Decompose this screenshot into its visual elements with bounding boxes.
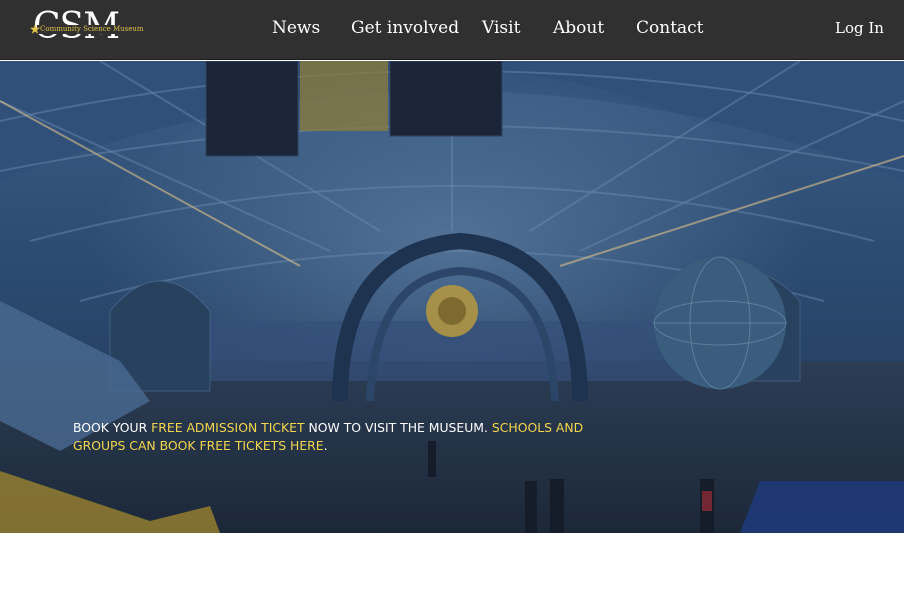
login-link[interactable]: Log In (835, 18, 884, 38)
csm-logo[interactable]: CSM Community Science Museum (30, 9, 147, 51)
page-content-area (0, 533, 904, 600)
hero-text-part3: . (323, 438, 328, 453)
star-icon (30, 24, 40, 34)
hero-text-part1: Book your (73, 420, 152, 435)
logo-tagline: Community Science Museum (37, 25, 147, 34)
nav-get-involved[interactable]: Get involved (351, 17, 459, 39)
nav-about[interactable]: About (553, 17, 604, 39)
hero-message: Book your free admission ticket now to v… (73, 419, 633, 455)
top-navigation-bar: CSM Community Science Museum News Get in… (0, 0, 904, 60)
museum-hall-image (0, 61, 904, 533)
free-admission-ticket-link[interactable]: free admission ticket (151, 420, 304, 435)
hero-text-part2: now to visit the museum. (304, 420, 492, 435)
nav-news[interactable]: News (272, 17, 320, 39)
hero-banner: Book your free admission ticket now to v… (0, 61, 904, 533)
nav-visit[interactable]: Visit (482, 17, 520, 39)
nav-contact[interactable]: Contact (636, 17, 704, 39)
